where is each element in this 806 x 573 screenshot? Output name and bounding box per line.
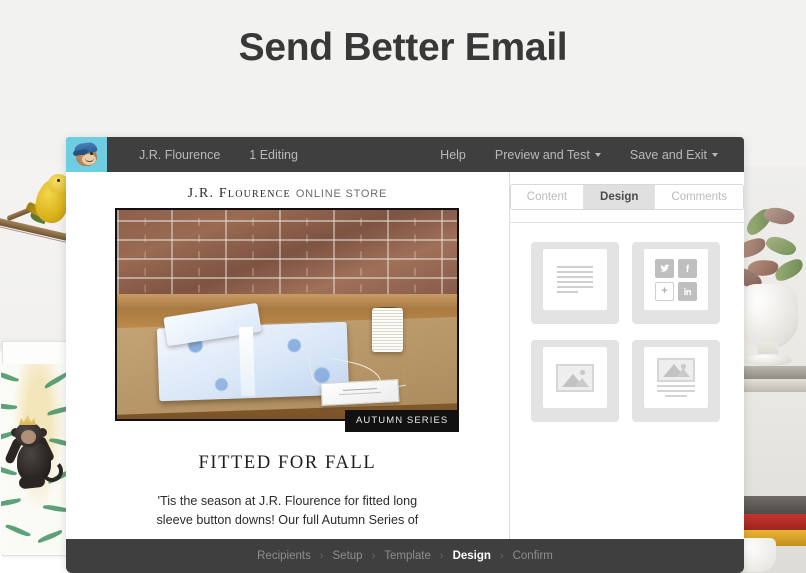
monkey-crown-decoration	[19, 414, 36, 425]
monkey-leg-decoration	[18, 474, 46, 490]
breadcrumb-step-template[interactable]: Template	[375, 550, 440, 562]
business-card-decoration	[320, 379, 401, 407]
top-bar-left-group: J.R. Flourence 1 Editing	[107, 137, 312, 172]
plus-icon: +	[654, 281, 674, 301]
breadcrumb-step-recipients[interactable]: Recipients	[248, 550, 320, 562]
mailchimp-logo-button[interactable]	[66, 137, 107, 172]
editing-status-label: 1 Editing	[249, 147, 298, 162]
shirt-placket-decoration	[238, 326, 255, 397]
bird-eye-decoration	[57, 179, 60, 182]
image-caption-icon	[656, 358, 695, 397]
image-block-tile[interactable]	[530, 340, 619, 422]
hero-product-photo	[115, 208, 460, 421]
breadcrumb-step-confirm[interactable]: Confirm	[504, 550, 562, 562]
top-bar-right-group: Help Preview and Test Save and Exit	[426, 137, 744, 172]
hero-image-block[interactable]: AUTUMN SERIES	[115, 208, 460, 432]
preview-and-test-label: Preview and Test	[494, 147, 590, 162]
chevron-down-icon	[594, 153, 601, 158]
monkey-poster-frame	[1, 341, 70, 556]
autumn-series-badge: AUTUMN SERIES	[344, 410, 460, 432]
linkedin-icon	[677, 281, 697, 301]
vase-decoration	[738, 284, 798, 348]
app-top-bar: J.R. Flourence 1 Editing Help Preview an…	[66, 137, 744, 172]
social-share-block-preview: +	[643, 249, 708, 310]
monkey-poster-art	[1, 364, 69, 554]
email-preview-pane[interactable]: J.R. Flourence ONLINE STORE AUTUMN SERIE…	[66, 172, 510, 539]
mailchimp-campaign-builder-window: J.R. Flourence 1 Editing Help Preview an…	[66, 137, 744, 573]
image-icon	[555, 363, 594, 392]
text-block-preview	[542, 249, 607, 310]
app-body: J.R. Flourence ONLINE STORE AUTUMN SERIE…	[66, 172, 744, 539]
twitter-icon	[654, 258, 674, 278]
image-caption-block-preview	[643, 347, 708, 408]
social-share-block-tile[interactable]: +	[631, 242, 720, 324]
email-body-text: 'Tis the season at J.R. Flourence for fi…	[156, 494, 419, 527]
image-caption-block-tile[interactable]	[631, 340, 720, 422]
tab-comments[interactable]: Comments	[655, 185, 743, 209]
email-brand-header: J.R. Flourence ONLINE STORE	[66, 172, 509, 202]
save-and-exit-label: Save and Exit	[629, 147, 707, 162]
background-left-photo	[0, 166, 70, 573]
text-block-tile[interactable]	[530, 242, 619, 324]
sidebar-tabs: Content Design Comments	[509, 184, 744, 210]
email-brand-subtitle: ONLINE STORE	[295, 188, 388, 200]
tab-design[interactable]: Design	[584, 185, 656, 209]
shelf-edge-decoration	[117, 293, 458, 309]
brick-wall-decoration	[117, 210, 458, 298]
mailchimp-freddie-icon	[72, 141, 100, 167]
email-brand-name: J.R. Flourence	[187, 186, 291, 201]
design-sidebar: Content Design Comments +	[509, 172, 744, 539]
background-right-photo	[734, 166, 806, 573]
wizard-breadcrumb-nav: Recipients › Setup › Template › Design ›…	[66, 539, 744, 573]
social-icons-group: +	[654, 258, 697, 301]
page-title: Send Better Email	[238, 26, 568, 69]
monkey-face-decoration	[21, 430, 36, 444]
preview-and-test-menu[interactable]: Preview and Test	[481, 148, 615, 162]
sidebar-tabbar: Content Design Comments	[509, 172, 744, 210]
help-button[interactable]: Help	[426, 148, 480, 162]
image-block-preview	[542, 347, 607, 408]
tab-content[interactable]: Content	[510, 185, 585, 209]
page-root: Send Better Email J.R. Flourence 1 Editi	[0, 0, 806, 573]
chevron-down-icon	[712, 153, 718, 158]
vase-foot-decoration	[744, 354, 792, 366]
facebook-icon	[677, 258, 697, 278]
save-and-exit-menu[interactable]: Save and Exit	[616, 148, 732, 162]
text-lines-icon	[556, 266, 593, 293]
campaign-name-label: J.R. Flourence	[139, 147, 221, 162]
content-block-palette: +	[510, 223, 744, 422]
breadcrumb-step-design[interactable]: Design	[444, 550, 500, 562]
email-headline: FITTED FOR FALL	[198, 453, 377, 473]
breadcrumb-step-setup[interactable]: Setup	[324, 550, 372, 562]
